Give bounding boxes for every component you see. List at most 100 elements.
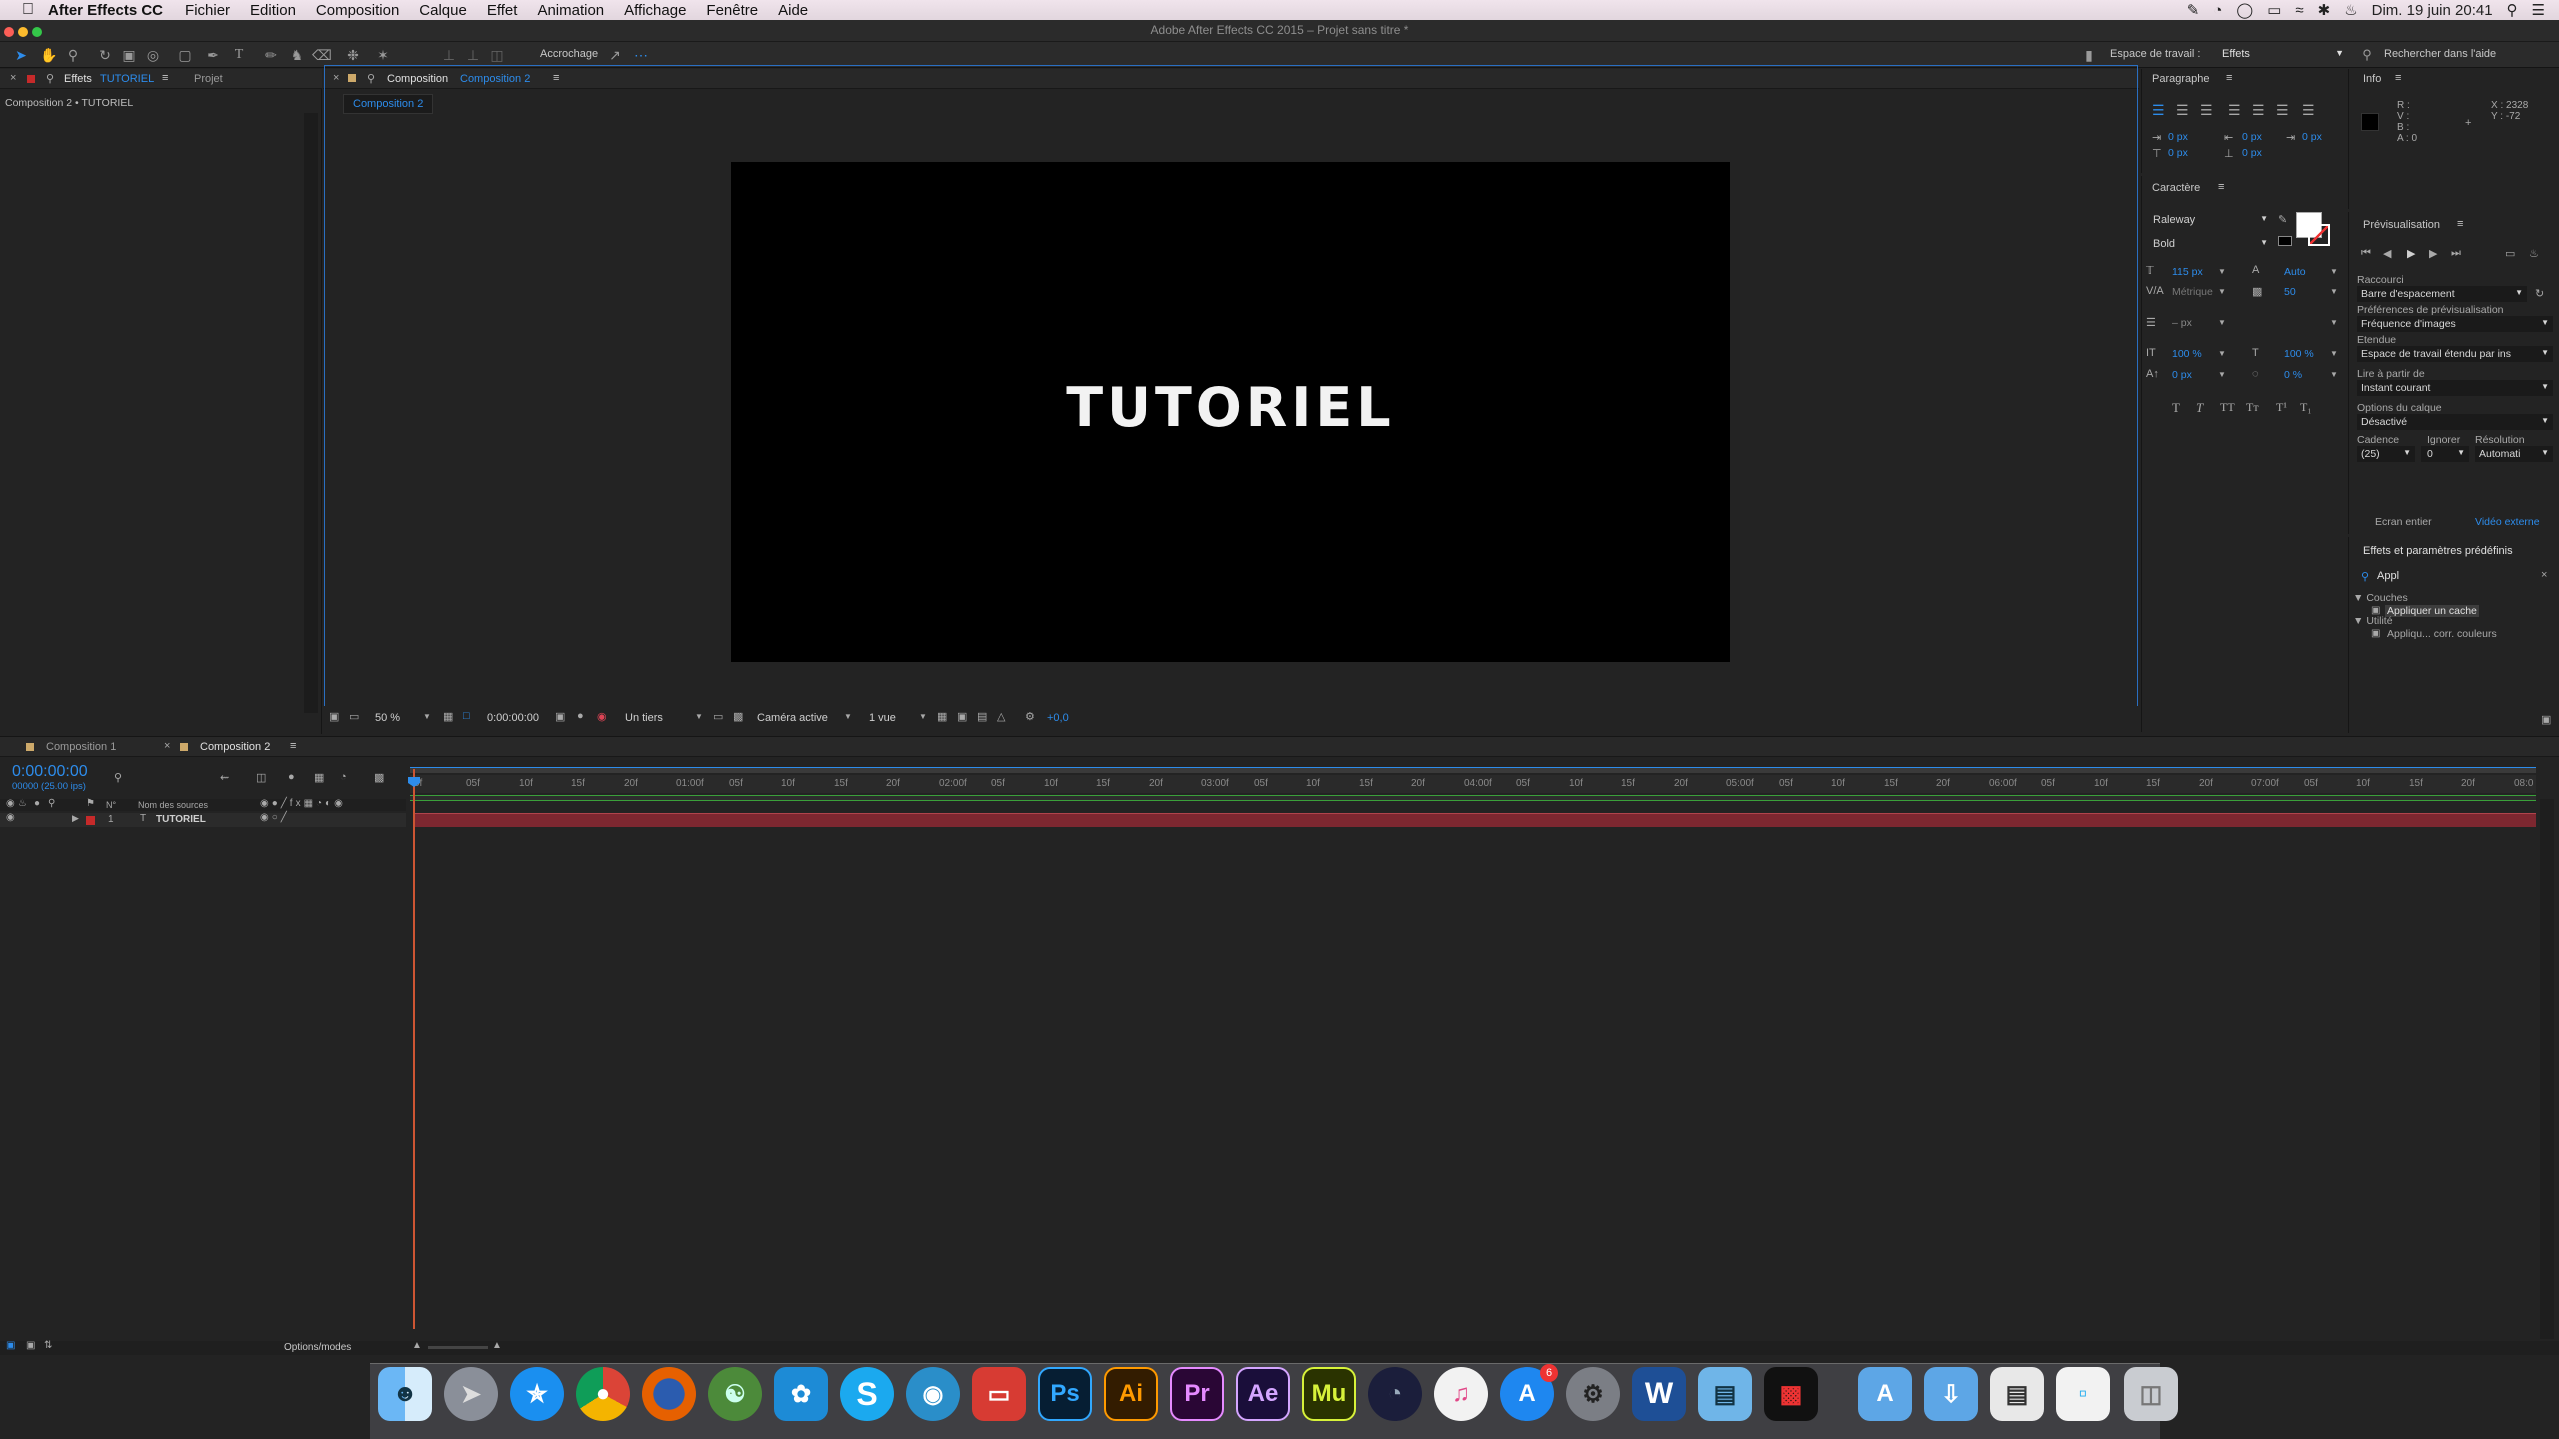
font-family-select[interactable]: Raleway ▼ <box>2150 213 2270 229</box>
menu-effet[interactable]: Effet <box>487 2 518 19</box>
firefox-icon[interactable] <box>642 1367 696 1421</box>
range-select[interactable]: Espace de travail étendu par ins ▼ <box>2357 346 2553 362</box>
volume-icon[interactable]: ♨ <box>2344 1 2357 19</box>
close-window-button[interactable] <box>4 27 14 37</box>
justify-right-icon[interactable]: ☰ <box>2276 102 2289 119</box>
security-icon[interactable]: ◉ <box>906 1367 960 1421</box>
first-frame-icon[interactable]: ⏮ <box>2361 247 2371 260</box>
after-effects-icon[interactable]: Ae <box>1236 1367 1290 1421</box>
justify-all-icon[interactable]: ☰ <box>2302 102 2315 119</box>
spotlight-icon[interactable]: ⚲ <box>2507 1 2518 19</box>
category-utilite[interactable]: ▼ Utilité <box>2353 615 2393 627</box>
superscript-icon[interactable]: T¹ <box>2276 400 2287 415</box>
hand-tool-icon[interactable]: ✋ <box>40 46 58 64</box>
zoom-select[interactable]: 50 % <box>375 712 400 724</box>
faux-bold-icon[interactable]: T <box>2172 400 2180 416</box>
menu-fenetre[interactable]: Fenêtre <box>706 2 758 19</box>
premiere-icon[interactable]: Pr <box>1170 1367 1224 1421</box>
new-preset-icon[interactable]: ▣ <box>2541 713 2551 726</box>
launchpad-icon[interactable]: ➤ <box>444 1367 498 1421</box>
transparency-grid-icon[interactable]: ▩ <box>733 710 743 723</box>
align-right-icon[interactable]: ☰ <box>2200 102 2213 119</box>
selection-tool-icon[interactable]: ➤ <box>12 46 30 64</box>
chrome-icon[interactable]: ● <box>576 1367 630 1421</box>
clone-stamp-tool-icon[interactable]: ♞ <box>288 46 306 64</box>
tsume-value[interactable]: 0 % <box>2284 369 2302 381</box>
panel-menu-icon[interactable]: ≡ <box>2457 218 2463 230</box>
lock-icon[interactable]: ⚲ <box>367 72 375 85</box>
indent-left-value[interactable]: 0 px <box>2168 131 2188 143</box>
brush-tool-icon[interactable]: ✏ <box>262 46 280 64</box>
layer-name[interactable]: TUTORIEL <box>156 814 206 825</box>
camera-select[interactable]: Caméra active <box>757 712 828 724</box>
timeline-scrollbar[interactable] <box>2540 799 2554 1339</box>
info-title[interactable]: Info <box>2363 73 2381 85</box>
documents-stack-icon[interactable]: ▤ <box>1990 1367 2044 1421</box>
subscript-icon[interactable]: T₁ <box>2300 400 2312 415</box>
expand-modes-icon[interactable]: ▣ <box>26 1340 35 1351</box>
lock-icon[interactable]: ⚲ <box>48 798 55 809</box>
space-before-value[interactable]: 0 px <box>2168 147 2188 159</box>
stroke-color-swatch[interactable] <box>2308 224 2330 246</box>
skip-select[interactable]: 0 ▼ <box>2421 446 2469 462</box>
effect-item[interactable]: Appliqu... corr. couleurs <box>2387 628 2497 640</box>
font-size-value[interactable]: 115 px <box>2172 266 2203 278</box>
cadence-select[interactable]: (25) ▼ <box>2357 446 2415 462</box>
indent-right-value[interactable]: 0 px <box>2242 131 2262 143</box>
snap-points-icon[interactable]: ⋯ <box>632 46 650 64</box>
minimize-window-button[interactable] <box>18 27 28 37</box>
play-from-select[interactable]: Instant courant ▼ <box>2357 380 2553 396</box>
canvas-text-layer[interactable]: TUTORIEL <box>1066 376 1394 439</box>
character-title[interactable]: Caractère <box>2152 182 2200 194</box>
panel-menu-icon[interactable]: ≡ <box>162 72 168 84</box>
time-navigator[interactable] <box>410 767 2536 773</box>
channels-icon[interactable]: ◉ <box>597 710 607 723</box>
word-icon[interactable]: W <box>1632 1367 1686 1421</box>
applications-folder-icon[interactable]: A <box>1858 1367 1912 1421</box>
effect-item[interactable]: Appliquer un cache <box>2385 605 2479 617</box>
exposure-value[interactable]: +0,0 <box>1047 712 1069 724</box>
mute-icon[interactable]: ♨ <box>2529 247 2539 260</box>
space-after-value[interactable]: 0 px <box>2242 147 2262 159</box>
tab-composition-2[interactable]: Composition 2 <box>200 741 270 753</box>
effects-scrollbar[interactable] <box>304 113 318 713</box>
illustrator-icon[interactable]: Ai <box>1104 1367 1158 1421</box>
type-tool-icon[interactable]: T <box>230 46 248 64</box>
display-icon[interactable]: ▭ <box>349 710 359 723</box>
leading-value[interactable]: Auto <box>2284 266 2306 278</box>
layer-eye-icon[interactable]: ◉ <box>6 812 15 823</box>
menu-app-name[interactable]: After Effects CC <box>48 2 163 19</box>
sync-icon[interactable]: ◯ <box>2236 1 2253 19</box>
next-frame-icon[interactable]: ▶ <box>2429 247 2437 260</box>
tab-effects-layer[interactable]: TUTORIEL <box>100 73 154 85</box>
play-icon[interactable]: ▶ <box>2407 247 2415 260</box>
puppet-tool-icon[interactable]: ✶ <box>374 46 392 64</box>
motion-blur-icon[interactable]: ◔ <box>340 771 347 783</box>
game-icon[interactable]: ☯ <box>708 1367 762 1421</box>
frame-blending-icon[interactable]: ▦ <box>314 771 324 784</box>
roto-brush-tool-icon[interactable]: ❉ <box>344 46 362 64</box>
expand-switches-icon[interactable]: ▣ <box>6 1340 15 1351</box>
comp-canvas[interactable]: TUTORIEL <box>731 162 1730 662</box>
align-left-icon[interactable]: ☰ <box>2152 102 2165 119</box>
snapshot-icon[interactable]: ▣ <box>555 710 565 723</box>
stroke-width-value[interactable]: – px <box>2172 317 2192 329</box>
skype-icon[interactable]: S <box>840 1367 894 1421</box>
cinema4d-icon[interactable]: ◔ <box>1368 1367 1422 1421</box>
reset-icon[interactable]: ↻ <box>2535 287 2544 300</box>
tab-project[interactable]: Projet <box>194 73 223 85</box>
rotate-tool-icon[interactable]: ↻ <box>96 46 114 64</box>
panel-menu-icon[interactable]: ≡ <box>2218 181 2224 193</box>
fast-previews-icon[interactable]: ▭ <box>713 710 723 723</box>
resolution-select[interactable]: Automati ▼ <box>2475 446 2553 462</box>
resolution-select[interactable]: Un tiers <box>625 712 663 724</box>
system-preferences-icon[interactable]: ⚙ <box>1566 1367 1620 1421</box>
axis-view-icon[interactable]: ◫ <box>488 46 506 64</box>
rectangle-tool-icon[interactable]: ▢ <box>176 46 194 64</box>
close-tab-icon[interactable]: × <box>10 72 16 84</box>
menu-animation[interactable]: Animation <box>537 2 604 19</box>
justify-center-icon[interactable]: ☰ <box>2252 102 2265 119</box>
tab-composition-1[interactable]: Composition 1 <box>46 741 116 753</box>
files-stack-icon[interactable]: ▫ <box>2056 1367 2110 1421</box>
vertical-scale-value[interactable]: 100 % <box>2172 348 2202 360</box>
